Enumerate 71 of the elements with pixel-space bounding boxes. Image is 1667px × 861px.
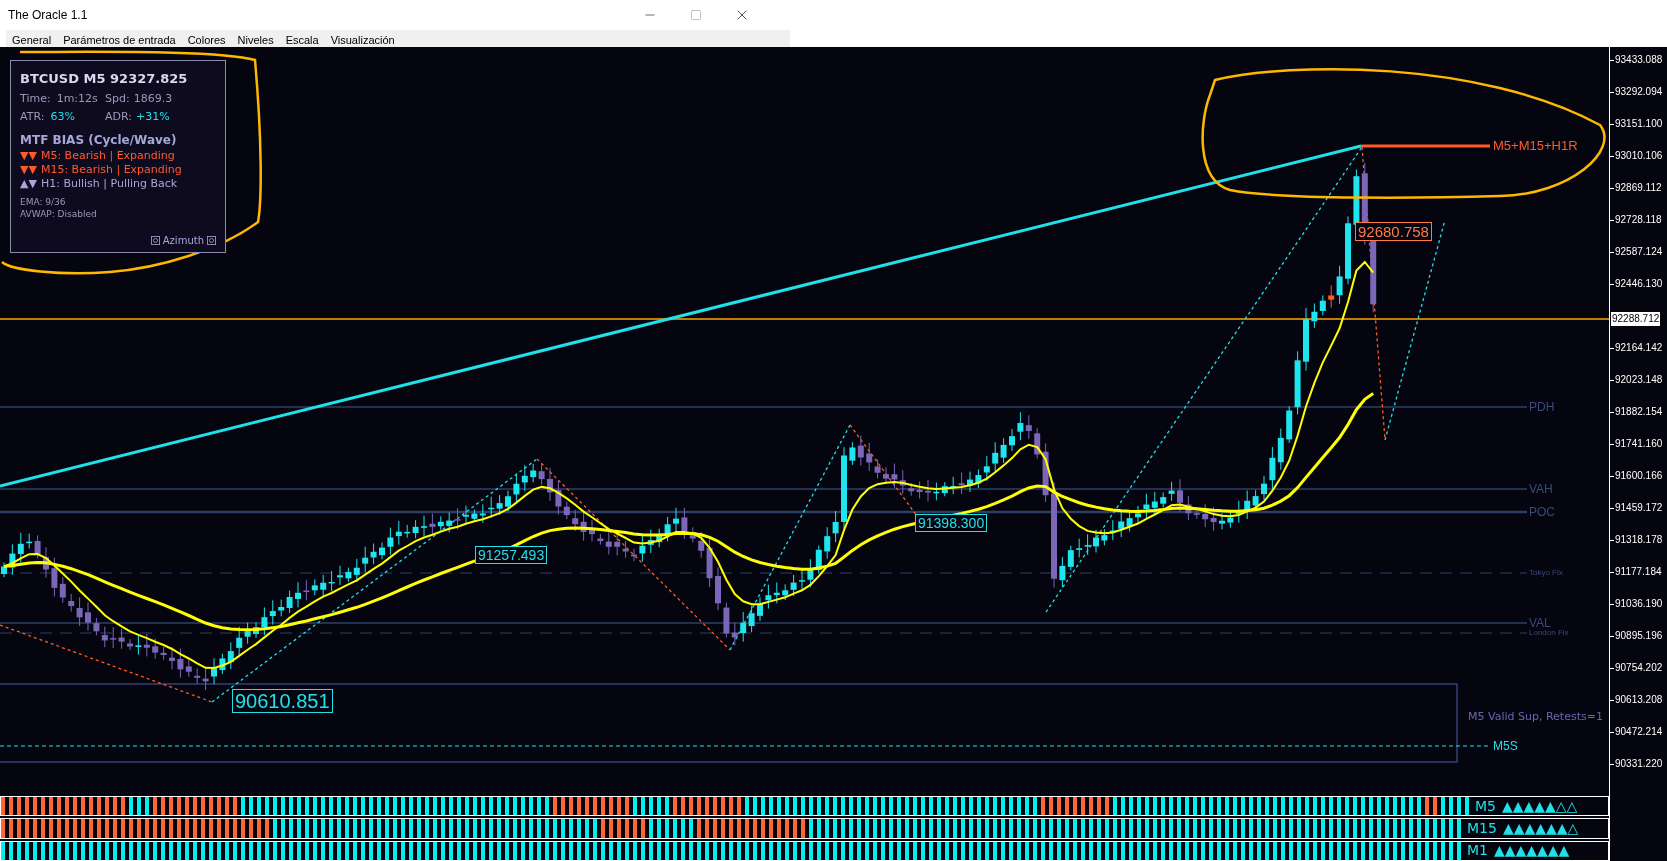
bias-text: M15: Bearish | Expanding: [40, 162, 182, 177]
price-tick: 93010.106: [1610, 151, 1663, 161]
stat-value: 1m:12s: [56, 90, 98, 107]
price-tick: 91459.172: [1610, 503, 1663, 513]
resistance-label: M5+M15+H1R: [1493, 139, 1578, 152]
bias-text: M5: Bearish | Expanding: [40, 148, 175, 163]
stat-value: +31%: [136, 109, 170, 125]
stat-value: 63%: [50, 109, 75, 125]
level-label: VAH: [1529, 483, 1553, 495]
level-label: Tokyo Fix: [1529, 569, 1563, 577]
price-tag: 90610.851: [232, 689, 333, 713]
price-tag: 91257.493: [475, 546, 548, 564]
stat-label: Time:: [20, 90, 51, 107]
price-tag: 91398.300: [915, 514, 988, 532]
signal-triangles: ▲▲▲▲▲△△: [1502, 797, 1578, 816]
menu-item[interactable]: Visualización: [330, 33, 395, 47]
price-tick: 91600.166: [1610, 471, 1663, 481]
menu-item[interactable]: Escala: [285, 33, 319, 47]
timeframe-label: M15: [1467, 819, 1497, 838]
price-tick: 90331.220: [1610, 759, 1663, 769]
symbol-title: BTCUSD M5 92327.825: [20, 70, 189, 88]
bias-title: MTF BIAS (Cycle/Wave): [20, 131, 178, 149]
price-tick: 90472.214: [1610, 727, 1663, 737]
price-tick: 92164.142: [1610, 343, 1663, 353]
price-tick: 93151.100: [1610, 119, 1663, 129]
emblem-icon: [207, 236, 216, 245]
price-tick: 90754.202: [1610, 663, 1663, 673]
timeframe-label: M5: [1475, 797, 1496, 816]
price-tick: 90895.196: [1610, 631, 1663, 641]
level-label: PDH: [1529, 401, 1555, 413]
trend-arrows: ▲▼: [20, 176, 37, 191]
stat-label: ADR:: [105, 109, 132, 125]
menu-item[interactable]: General: [12, 33, 52, 47]
level-label: London Fix: [1529, 629, 1569, 637]
level-label: POC: [1529, 506, 1555, 518]
bias-text: H1: Bullish | Pulling Back: [40, 176, 178, 191]
window-title: The Oracle 1.1: [8, 7, 88, 24]
price-tick: 93433.088: [1610, 55, 1663, 65]
brand-label: Azimuth: [162, 234, 204, 248]
support-line-label: M5S: [1493, 740, 1518, 752]
menu-item[interactable]: Niveles: [237, 33, 274, 47]
trend-arrows: ▼▼: [20, 162, 37, 177]
price-tick: 92587.124: [1610, 247, 1663, 257]
price-tick: 90613.208: [1610, 695, 1663, 705]
price-tick: 93292.094: [1610, 87, 1663, 97]
stat-label: ATR:: [20, 109, 45, 125]
price-tick: 92446.130: [1610, 279, 1663, 289]
price-tick: 91318.178: [1610, 535, 1663, 545]
setting-note: AVWAP: Disabled: [20, 207, 98, 220]
trend-arrows: ▼▼: [20, 148, 37, 163]
menu-item[interactable]: Colores: [187, 33, 226, 47]
price-tag: 92680.758: [1355, 222, 1432, 241]
stat-label: Spd:: [105, 90, 130, 107]
price-tick: 91882.154: [1610, 407, 1663, 417]
emblem-icon: [150, 236, 160, 245]
level-label: VAL: [1529, 617, 1551, 629]
setting-note: EMA: 9/36: [20, 195, 67, 208]
price-tick: 92023.148: [1610, 375, 1663, 385]
signal-triangles: ▲▲▲▲▲▲△: [1502, 819, 1579, 838]
maximize-icon[interactable]: [690, 9, 703, 21]
timeframe-label: M1: [1467, 841, 1488, 860]
support-zone-label: M5 Valid Sup, Retests=1: [1468, 711, 1603, 722]
signal-triangles: ▲▲▲▲▲▲▲: [1494, 841, 1570, 860]
price-tick: 91741.160: [1610, 439, 1663, 449]
price-tick: 92869.112: [1610, 183, 1662, 193]
current-price-tag: 92288.712: [1611, 312, 1661, 326]
stat-value: 1869.3: [133, 90, 173, 107]
price-tick: 91036.190: [1610, 599, 1663, 609]
price-tick: 92728.118: [1610, 215, 1662, 225]
price-tick: 91177.184: [1610, 567, 1662, 577]
menu-item[interactable]: Parámetros de entrada: [63, 33, 176, 47]
